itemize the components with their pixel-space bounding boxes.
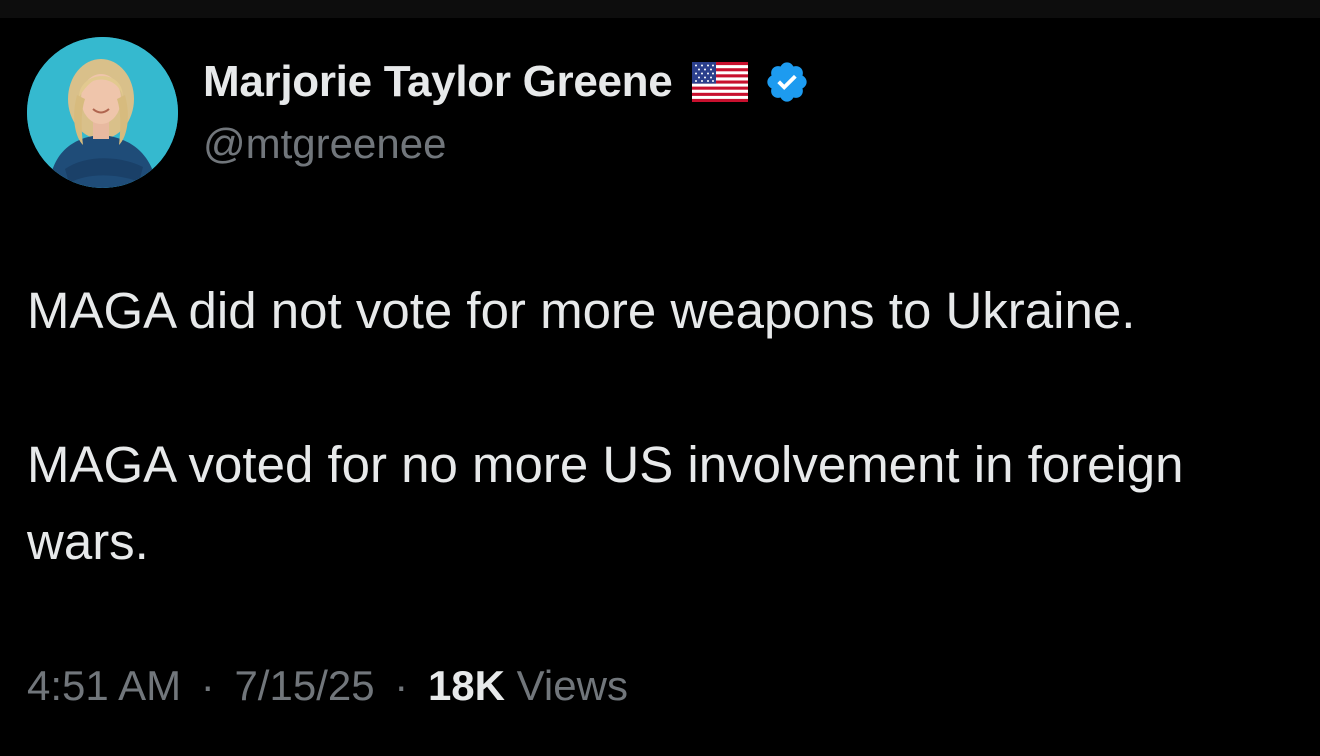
tweet-paragraph: MAGA voted for no more US involvement in… [27, 436, 1184, 570]
us-flag-icon [692, 62, 749, 102]
top-bar [0, 0, 1320, 18]
meta-separator: · [394, 662, 409, 709]
tweet-text: MAGA did not vote for more weapons to Uk… [27, 272, 1297, 580]
tweet-paragraph: MAGA did not vote for more weapons to Uk… [27, 282, 1136, 339]
tweet-meta: 4:51 AM · 7/15/25 · 18K Views [27, 662, 628, 710]
author-handle[interactable]: @mtgreenee [203, 120, 446, 168]
author-display-name[interactable]: Marjorie Taylor Greene [203, 57, 673, 107]
tweet-time[interactable]: 4:51 AM [27, 662, 181, 709]
meta-separator: · [200, 662, 215, 709]
verified-badge-icon[interactable] [764, 59, 810, 105]
views-label: Views [516, 662, 628, 709]
avatar[interactable] [27, 37, 178, 188]
author-name-row: Marjorie Taylor Greene [203, 56, 810, 108]
views-count[interactable]: 18K [428, 662, 505, 709]
tweet-date[interactable]: 7/15/25 [234, 662, 374, 709]
